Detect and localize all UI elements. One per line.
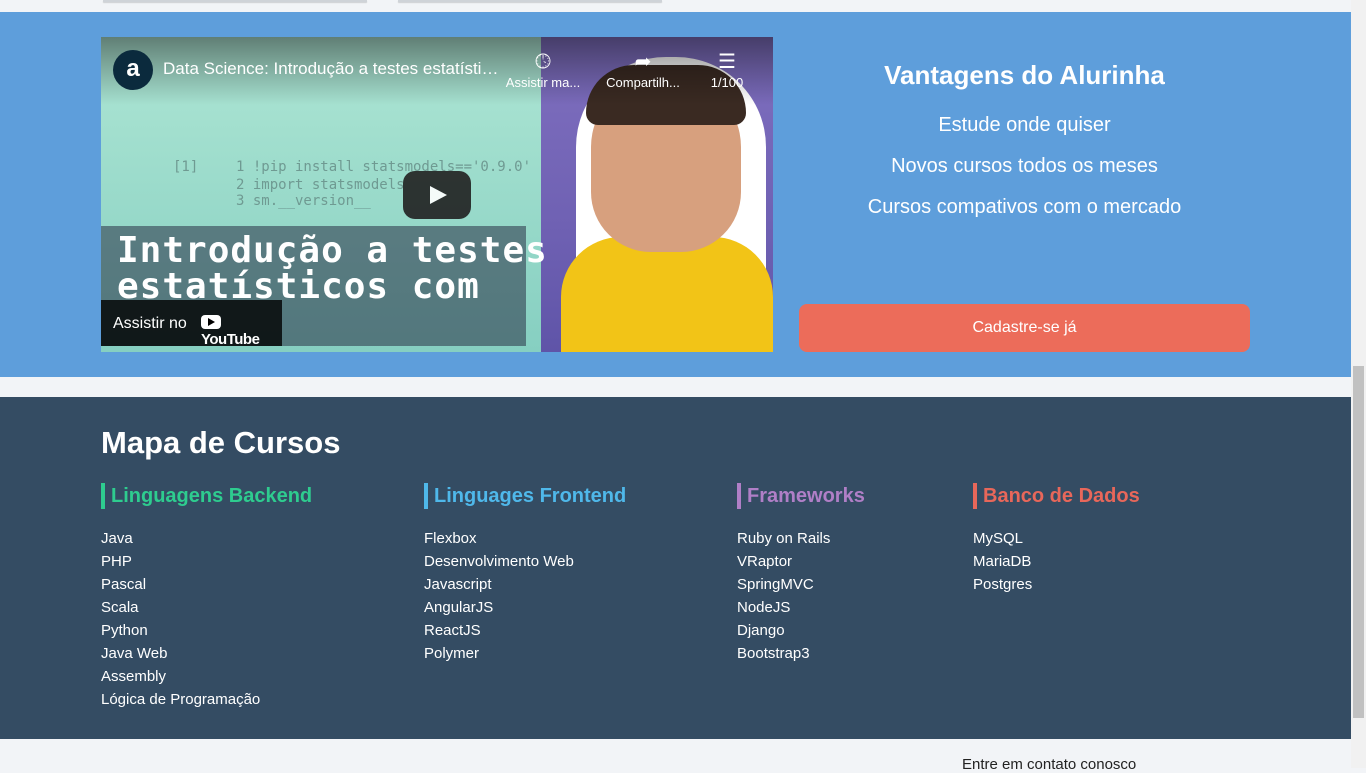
course-link[interactable]: Javascript (424, 576, 626, 599)
share-icon: ➦ (634, 51, 652, 73)
course-link[interactable]: PHP (101, 553, 312, 576)
course-list: Flexbox Desenvolvimento Web Javascript A… (424, 530, 626, 668)
course-link[interactable]: Java (101, 530, 312, 553)
course-link[interactable]: NodeJS (737, 599, 865, 622)
share-label: Compartilh... (606, 75, 680, 90)
clock-icon: 🕓︎ (535, 51, 551, 73)
course-column-backend: Linguagens Backend Java PHP Pascal Scala… (101, 483, 312, 714)
presenter-shirt (561, 237, 773, 352)
youtube-video-embed[interactable]: [1] 1 !pip install statsmodels=='0.9.0' … (101, 37, 773, 352)
contact-section: Entre em contato conosco (0, 739, 1351, 773)
youtube-brand: YouTube (201, 331, 260, 348)
course-link[interactable]: MariaDB (973, 553, 1140, 576)
course-list: MySQL MariaDB Postgres (973, 530, 1140, 599)
course-link[interactable]: Desenvolvimento Web (424, 553, 626, 576)
watch-later-label: Assistir ma... (505, 75, 581, 90)
thumbnail-title: Introdução a testes estatísticos com (117, 233, 548, 305)
thumbnail-title-line: Introdução a testes (117, 230, 548, 271)
course-map-title: Mapa de Cursos (101, 425, 341, 460)
course-column-title: Linguages Frontend (424, 483, 626, 509)
youtube-play-icon (201, 315, 221, 329)
code-line: 2 import statsmodels (236, 177, 405, 193)
channel-logo[interactable]: a (113, 50, 153, 90)
course-map-footer: Mapa de Cursos Linguagens Backend Java P… (0, 397, 1351, 739)
watch-later-button[interactable]: 🕓︎ Assistir ma... (498, 49, 588, 90)
advantage-item: Novos cursos todos os meses (891, 155, 1158, 177)
course-column-title: Frameworks (737, 483, 865, 509)
playlist-button[interactable]: ☰ 1/100 (682, 49, 772, 90)
playlist-count: 1/100 (710, 75, 744, 90)
page-scrollbar[interactable] (1351, 0, 1366, 768)
advantages-panel: Vantagens do Alurinha Estude onde quiser… (799, 57, 1250, 228)
course-column-title: Linguagens Backend (101, 483, 312, 509)
course-column-frameworks: Frameworks Ruby on Rails VRaptor SpringM… (737, 483, 865, 668)
section-gap (0, 377, 1351, 397)
course-link[interactable]: Bootstrap3 (737, 645, 865, 668)
course-link[interactable]: VRaptor (737, 553, 865, 576)
course-link[interactable]: AngularJS (424, 599, 626, 622)
video-title-link[interactable]: Data Science: Introdução a testes estatí… (163, 59, 503, 79)
course-column-title: Banco de Dados (973, 483, 1140, 509)
course-link[interactable]: MySQL (973, 530, 1140, 553)
playlist-icon: ☰ (718, 51, 736, 73)
advantages-title: Vantagens do Alurinha (884, 60, 1165, 90)
course-link[interactable]: Postgres (973, 576, 1140, 599)
course-list: Ruby on Rails VRaptor SpringMVC NodeJS D… (737, 530, 865, 668)
course-link[interactable]: Lógica de Programação (101, 691, 312, 714)
scrollbar-thumb[interactable] (1353, 366, 1364, 718)
course-link[interactable]: Flexbox (424, 530, 626, 553)
play-button[interactable] (403, 171, 471, 219)
course-list: Java PHP Pascal Scala Python Java Web As… (101, 530, 312, 714)
contact-heading: Entre em contato conosco (962, 756, 1137, 773)
card-edge (103, 0, 367, 2)
course-link[interactable]: Polymer (424, 645, 626, 668)
youtube-logo: YouTube (201, 314, 282, 348)
top-strip (0, 0, 1351, 12)
code-line: 1 !pip install statsmodels=='0.9.0' (236, 159, 532, 175)
advantage-item: Cursos compativos com o mercado (867, 196, 1182, 218)
course-column-databases: Banco de Dados MySQL MariaDB Postgres (973, 483, 1140, 599)
watch-on-youtube-button[interactable]: Assistir no YouTube (101, 300, 282, 348)
course-column-frontend: Linguages Frontend Flexbox Desenvolvimen… (424, 483, 626, 668)
watch-on-label: Assistir no (113, 315, 187, 332)
course-link[interactable]: Python (101, 622, 312, 645)
signup-button[interactable]: Cadastre-se já (799, 304, 1250, 352)
course-link[interactable]: Ruby on Rails (737, 530, 865, 553)
card-edge (398, 0, 662, 2)
course-link[interactable]: Django (737, 622, 865, 645)
advantage-item: Estude onde quiser (938, 114, 1111, 136)
advantages-section: [1] 1 !pip install statsmodels=='0.9.0' … (0, 12, 1351, 377)
course-link[interactable]: Scala (101, 599, 312, 622)
code-line: 3 sm.__version__ (236, 193, 371, 209)
course-link[interactable]: Pascal (101, 576, 312, 599)
course-link[interactable]: SpringMVC (737, 576, 865, 599)
share-button[interactable]: ➦ Compartilh... (598, 49, 688, 90)
course-link[interactable]: Java Web (101, 645, 312, 668)
course-link[interactable]: ReactJS (424, 622, 626, 645)
course-link[interactable]: Assembly (101, 668, 312, 691)
code-line: [1] (173, 159, 199, 175)
